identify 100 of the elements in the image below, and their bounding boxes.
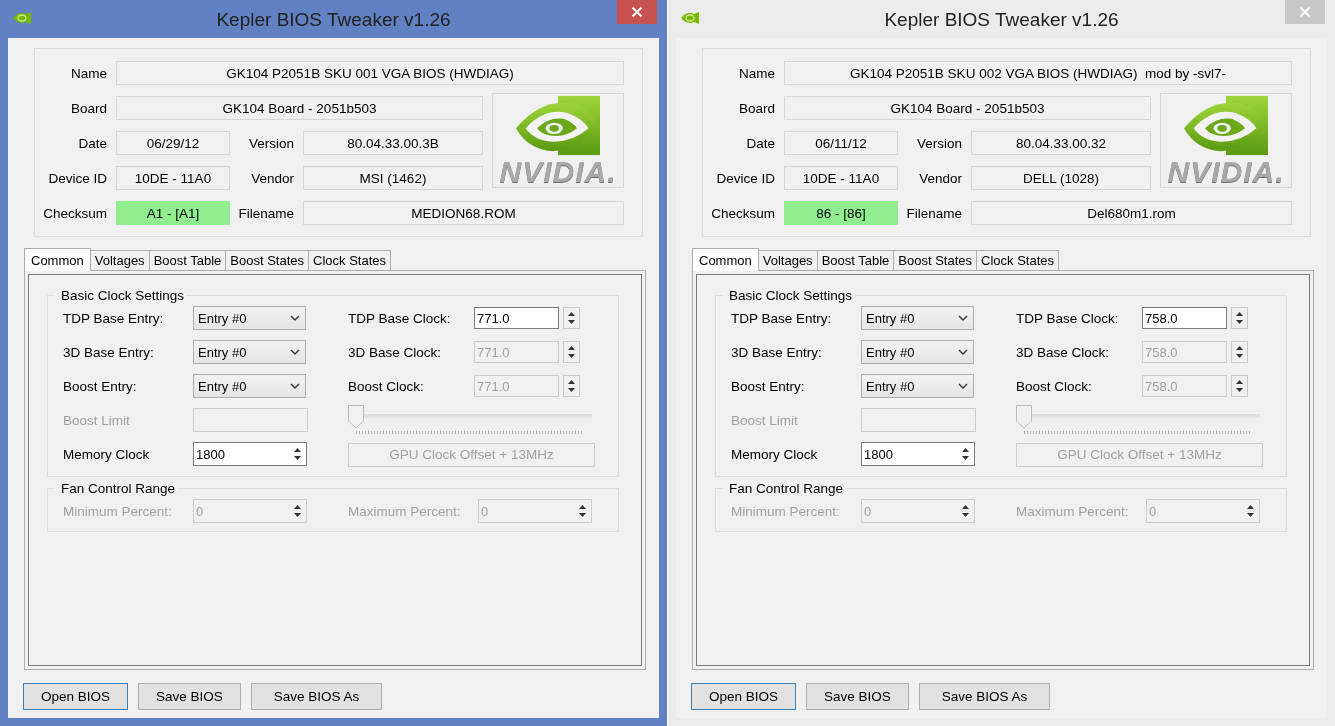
value-field: 06/29/12 (116, 131, 230, 155)
field-label: Boost Clock: (1016, 378, 1093, 394)
field-label: Boost Limit (63, 412, 131, 428)
dropdown[interactable]: Entry #0 (193, 306, 306, 330)
group-title: Fan Control Range (728, 481, 845, 496)
number-field[interactable]: 1800 (193, 442, 307, 466)
spin-arrows-icon (567, 311, 576, 325)
caret-icon (958, 315, 968, 321)
tab[interactable]: Clock States (308, 250, 392, 270)
spin-button[interactable] (563, 341, 580, 363)
spin-arrows-icon (1235, 379, 1244, 393)
number-field[interactable]: 758.0 (1142, 307, 1227, 329)
field-label: Vendor (251, 170, 295, 186)
spin-arrows-icon (961, 504, 970, 518)
caret-icon (958, 383, 968, 389)
field-label: TDP Base Entry: (731, 310, 833, 326)
field-label: 3D Base Entry: (63, 344, 155, 360)
spin-arrows-icon (961, 447, 970, 461)
field-label: Device ID (48, 170, 108, 186)
field-label: Maximum Percent: (348, 503, 462, 519)
spin-arrows-icon (293, 447, 302, 461)
field-label: Device ID (716, 170, 776, 186)
field-label: Checksum (711, 205, 776, 221)
value-field: GK104 P2051B SKU 001 VGA BIOS (HWDIAG) (116, 61, 624, 85)
field-label: TDP Base Clock: (348, 310, 452, 326)
close-icon (1299, 6, 1311, 18)
field-label: Maximum Percent: (1016, 503, 1130, 519)
field-label: Vendor (919, 170, 963, 186)
field-label: TDP Base Entry: (63, 310, 165, 326)
field-label: Name (739, 65, 776, 81)
field-label: Boost Entry: (731, 378, 806, 394)
field-label: Date (78, 135, 108, 151)
number-field[interactable]: 1800 (861, 442, 975, 466)
number-field[interactable]: 771.0 (474, 307, 559, 329)
field-label: Boost Entry: (63, 378, 138, 394)
group-title: Basic Clock Settings (60, 288, 186, 303)
action-button[interactable]: Open BIOS (23, 683, 128, 710)
action-button[interactable]: Save BIOS As (251, 683, 382, 710)
value-field: 80.04.33.00.32 (971, 131, 1151, 155)
field-label: Board (738, 100, 776, 116)
dropdown[interactable]: Entry #0 (861, 374, 974, 398)
value-field: GK104 Board - 2051b503 (784, 96, 1151, 120)
field-label: Filename (238, 205, 295, 221)
field-label: 3D Base Clock: (1016, 344, 1111, 360)
spin-arrows-icon (1235, 345, 1244, 359)
value-field: 06/11/12 (784, 131, 898, 155)
spin-button[interactable] (563, 375, 580, 397)
spin-arrows-icon (1246, 504, 1255, 518)
field-label: Version (916, 135, 963, 151)
dropdown[interactable]: Entry #0 (193, 340, 306, 364)
field-label: Memory Clock (731, 446, 819, 462)
action-button[interactable]: Save BIOS (138, 683, 241, 710)
value-field: GK104 P2051B SKU 002 VGA BIOS (HWDIAG) mod by -svl7- (784, 61, 1292, 85)
value-field: Del680m1.rom (971, 201, 1292, 225)
value-field: GK104 Board - 2051b503 (116, 96, 483, 120)
group-title: Basic Clock Settings (728, 288, 854, 303)
caret-icon (290, 315, 300, 321)
field-label: Memory Clock (63, 446, 151, 462)
caret-icon (290, 349, 300, 355)
dropdown[interactable]: Entry #0 (861, 340, 974, 364)
value-field: 86 - [86] (784, 201, 898, 225)
caret-icon (290, 383, 300, 389)
field-label: Boost Limit (731, 412, 799, 428)
value-field: MSI (1462) (303, 166, 483, 190)
field-label: Name (71, 65, 108, 81)
spin-arrows-icon (567, 345, 576, 359)
field-label: Minimum Percent: (731, 503, 841, 519)
close-icon (631, 6, 643, 18)
value-field: 10DE - 11A0 (116, 166, 230, 190)
value-field: MEDION68.ROM (303, 201, 624, 225)
caret-icon (958, 349, 968, 355)
logo-text: NVIDIA. (499, 157, 617, 187)
value-field: DELL (1028) (971, 166, 1151, 190)
spin-button[interactable] (1231, 341, 1248, 363)
field-label: Board (70, 100, 108, 116)
group-title: Fan Control Range (60, 481, 177, 496)
dropdown[interactable]: Entry #0 (193, 374, 306, 398)
logo-text: NVIDIA. (1167, 157, 1285, 187)
field-label: Filename (906, 205, 963, 221)
value-field: 10DE - 11A0 (784, 166, 898, 190)
dropdown[interactable]: Entry #0 (861, 306, 974, 330)
tab[interactable]: Common (24, 248, 91, 271)
window-title: Kepler BIOS Tweaker v1.26 (884, 9, 1119, 31)
tab[interactable]: Voltages (89, 250, 150, 270)
spin-arrows-icon (1235, 311, 1244, 325)
app-icon (680, 11, 700, 25)
field-label: 3D Base Entry: (731, 344, 823, 360)
spin-arrows-icon (293, 504, 302, 518)
field-label: 3D Base Clock: (348, 344, 443, 360)
field-label: Version (248, 135, 295, 151)
field-label: Minimum Percent: (63, 503, 173, 519)
spin-button[interactable] (1231, 375, 1248, 397)
value-field: 80.04.33.00.3B (303, 131, 483, 155)
window-title: Kepler BIOS Tweaker v1.26 (216, 9, 451, 31)
close-button[interactable] (617, 0, 657, 24)
spin-button[interactable] (1231, 307, 1248, 329)
field-label: Boost Clock: (348, 378, 425, 394)
app-icon (12, 11, 32, 25)
value-field: A1 - [A1] (116, 201, 230, 225)
spin-button[interactable] (563, 307, 580, 329)
